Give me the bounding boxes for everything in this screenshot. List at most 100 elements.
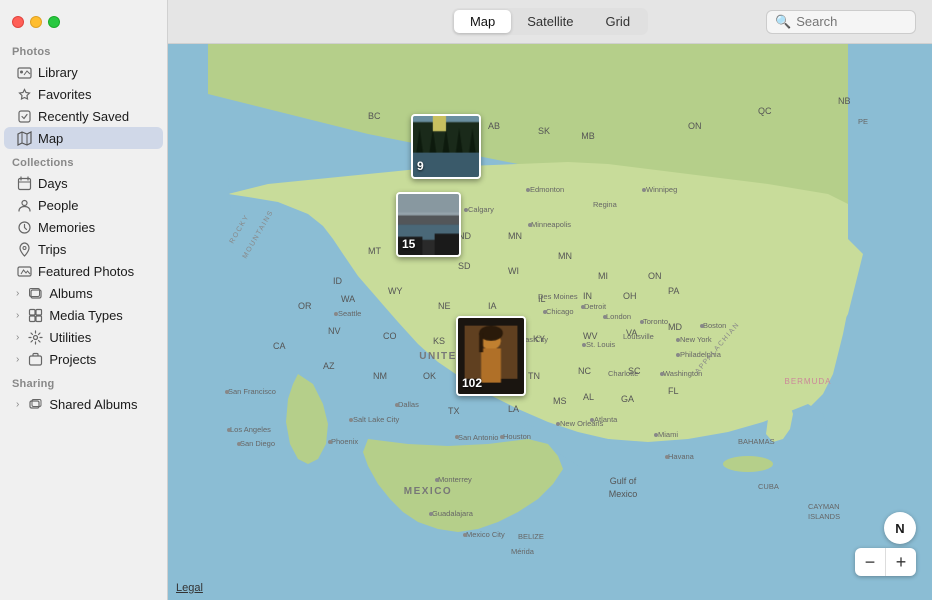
svg-text:TX: TX [448,406,460,416]
map-icon [16,130,32,146]
svg-text:BC: BC [368,111,381,121]
svg-text:Detroit: Detroit [584,302,607,311]
svg-text:ISLANDS: ISLANDS [808,512,840,521]
svg-text:NV: NV [328,326,341,336]
svg-text:Miami: Miami [658,430,678,439]
search-box[interactable]: 🔍 [766,10,916,34]
zoom-out-button[interactable]: − [855,548,885,576]
svg-text:WY: WY [388,286,403,296]
svg-text:Houston: Houston [503,432,531,441]
search-input[interactable] [796,14,907,29]
zoom-in-button[interactable]: + [886,548,916,576]
svg-text:Des Moines: Des Moines [538,292,578,301]
svg-text:CAYMAN: CAYMAN [808,502,840,511]
toolbar: Map Satellite Grid 🔍 [168,0,932,44]
svg-text:Chicago: Chicago [546,307,574,316]
collections-section-label: Collections [0,149,167,172]
map-photo-1[interactable]: 9 [411,114,481,179]
svg-text:San Antonio: San Antonio [458,433,498,442]
map-controls: N − + [855,512,916,576]
close-button[interactable] [12,16,24,28]
sidebar-item-shared-albums[interactable]: › Shared Albums [4,393,163,415]
sidebar-item-memories[interactable]: Memories [4,216,163,238]
sidebar-item-favorites[interactable]: Favorites [4,83,163,105]
svg-text:MEXICO: MEXICO [404,486,452,497]
svg-text:Mexico City: Mexico City [466,530,505,539]
svg-text:OH: OH [623,291,637,301]
map-photo-3[interactable]: 102 [456,316,526,396]
svg-text:ON: ON [688,121,702,131]
featured-photos-icon [16,263,32,279]
svg-text:Dallas: Dallas [398,400,419,409]
svg-text:Calgary: Calgary [468,205,494,214]
svg-text:Monterrey: Monterrey [438,475,472,484]
sidebar-item-trips[interactable]: Trips [4,238,163,260]
recently-saved-icon [16,108,32,124]
sidebar-item-map[interactable]: Map [4,127,163,149]
svg-text:Edmonton: Edmonton [530,185,564,194]
svg-text:BELIZE: BELIZE [518,532,544,541]
svg-text:IA: IA [488,301,497,311]
svg-text:PE: PE [858,117,868,126]
svg-text:CA: CA [273,341,286,351]
sidebar-item-featured-photos[interactable]: Featured Photos [4,260,163,282]
maximize-button[interactable] [48,16,60,28]
photo-count-3: 102 [462,376,482,390]
svg-text:MS: MS [553,396,567,406]
svg-text:Los Angeles: Los Angeles [230,425,271,434]
svg-text:Guadalajara: Guadalajara [432,509,474,518]
compass-button[interactable]: N [884,512,916,544]
svg-text:OR: OR [298,301,312,311]
sidebar-item-media-types[interactable]: › Media Types [4,304,163,326]
library-icon [16,64,32,80]
svg-text:BERMUDA: BERMUDA [784,377,831,386]
svg-text:Mexico: Mexico [609,489,638,499]
photo-count-1: 9 [417,159,424,173]
sidebar-item-people[interactable]: People [4,194,163,216]
svg-text:CO: CO [383,331,397,341]
sidebar-item-library[interactable]: Library [4,61,163,83]
svg-text:AZ: AZ [323,361,335,371]
albums-icon [27,285,43,301]
sidebar-item-projects[interactable]: › Projects [4,348,163,370]
svg-text:NB: NB [838,96,851,106]
sidebar-item-recently-saved[interactable]: Recently Saved [4,105,163,127]
svg-text:ON: ON [648,271,662,281]
svg-text:Gulf of: Gulf of [610,476,637,486]
svg-text:NM: NM [373,371,387,381]
tab-satellite[interactable]: Satellite [511,10,589,33]
map-view[interactable]: MB SK AB BC ON QC NB PE ND MN SD WI MN M… [168,44,932,600]
svg-text:London: London [606,312,631,321]
media-types-chevron: › [16,310,19,321]
svg-text:Louisville: Louisville [623,332,654,341]
minimize-button[interactable] [30,16,42,28]
projects-label: Projects [49,352,96,367]
svg-text:Salt Lake City: Salt Lake City [353,415,400,424]
utilities-label: Utilities [49,330,91,345]
memories-icon [16,219,32,235]
tab-map[interactable]: Map [454,10,511,33]
sidebar-item-days[interactable]: Days [4,172,163,194]
svg-text:LA: LA [508,404,519,414]
legal-link[interactable]: Legal [176,582,203,594]
favorites-label: Favorites [38,87,91,102]
svg-text:Regina: Regina [593,200,618,209]
svg-text:Winnipeg: Winnipeg [646,185,677,194]
svg-text:Havana: Havana [668,452,695,461]
favorites-icon [16,86,32,102]
map-photo-2[interactable]: 15 [396,192,461,257]
sidebar-item-albums[interactable]: › Albums [4,282,163,304]
albums-chevron: › [16,288,19,299]
svg-text:San Francisco: San Francisco [228,387,276,396]
map-label: Map [38,131,63,146]
svg-text:WA: WA [341,294,355,304]
tab-grid[interactable]: Grid [589,10,646,33]
svg-text:AL: AL [583,392,594,402]
svg-text:MT: MT [368,246,381,256]
sidebar-item-utilities[interactable]: › Utilities [4,326,163,348]
svg-text:Boston: Boston [703,321,726,330]
svg-text:St. Louis: St. Louis [586,340,615,349]
svg-text:FL: FL [668,386,679,396]
featured-photos-label: Featured Photos [38,264,134,279]
sharing-section-label: Sharing [0,370,167,393]
